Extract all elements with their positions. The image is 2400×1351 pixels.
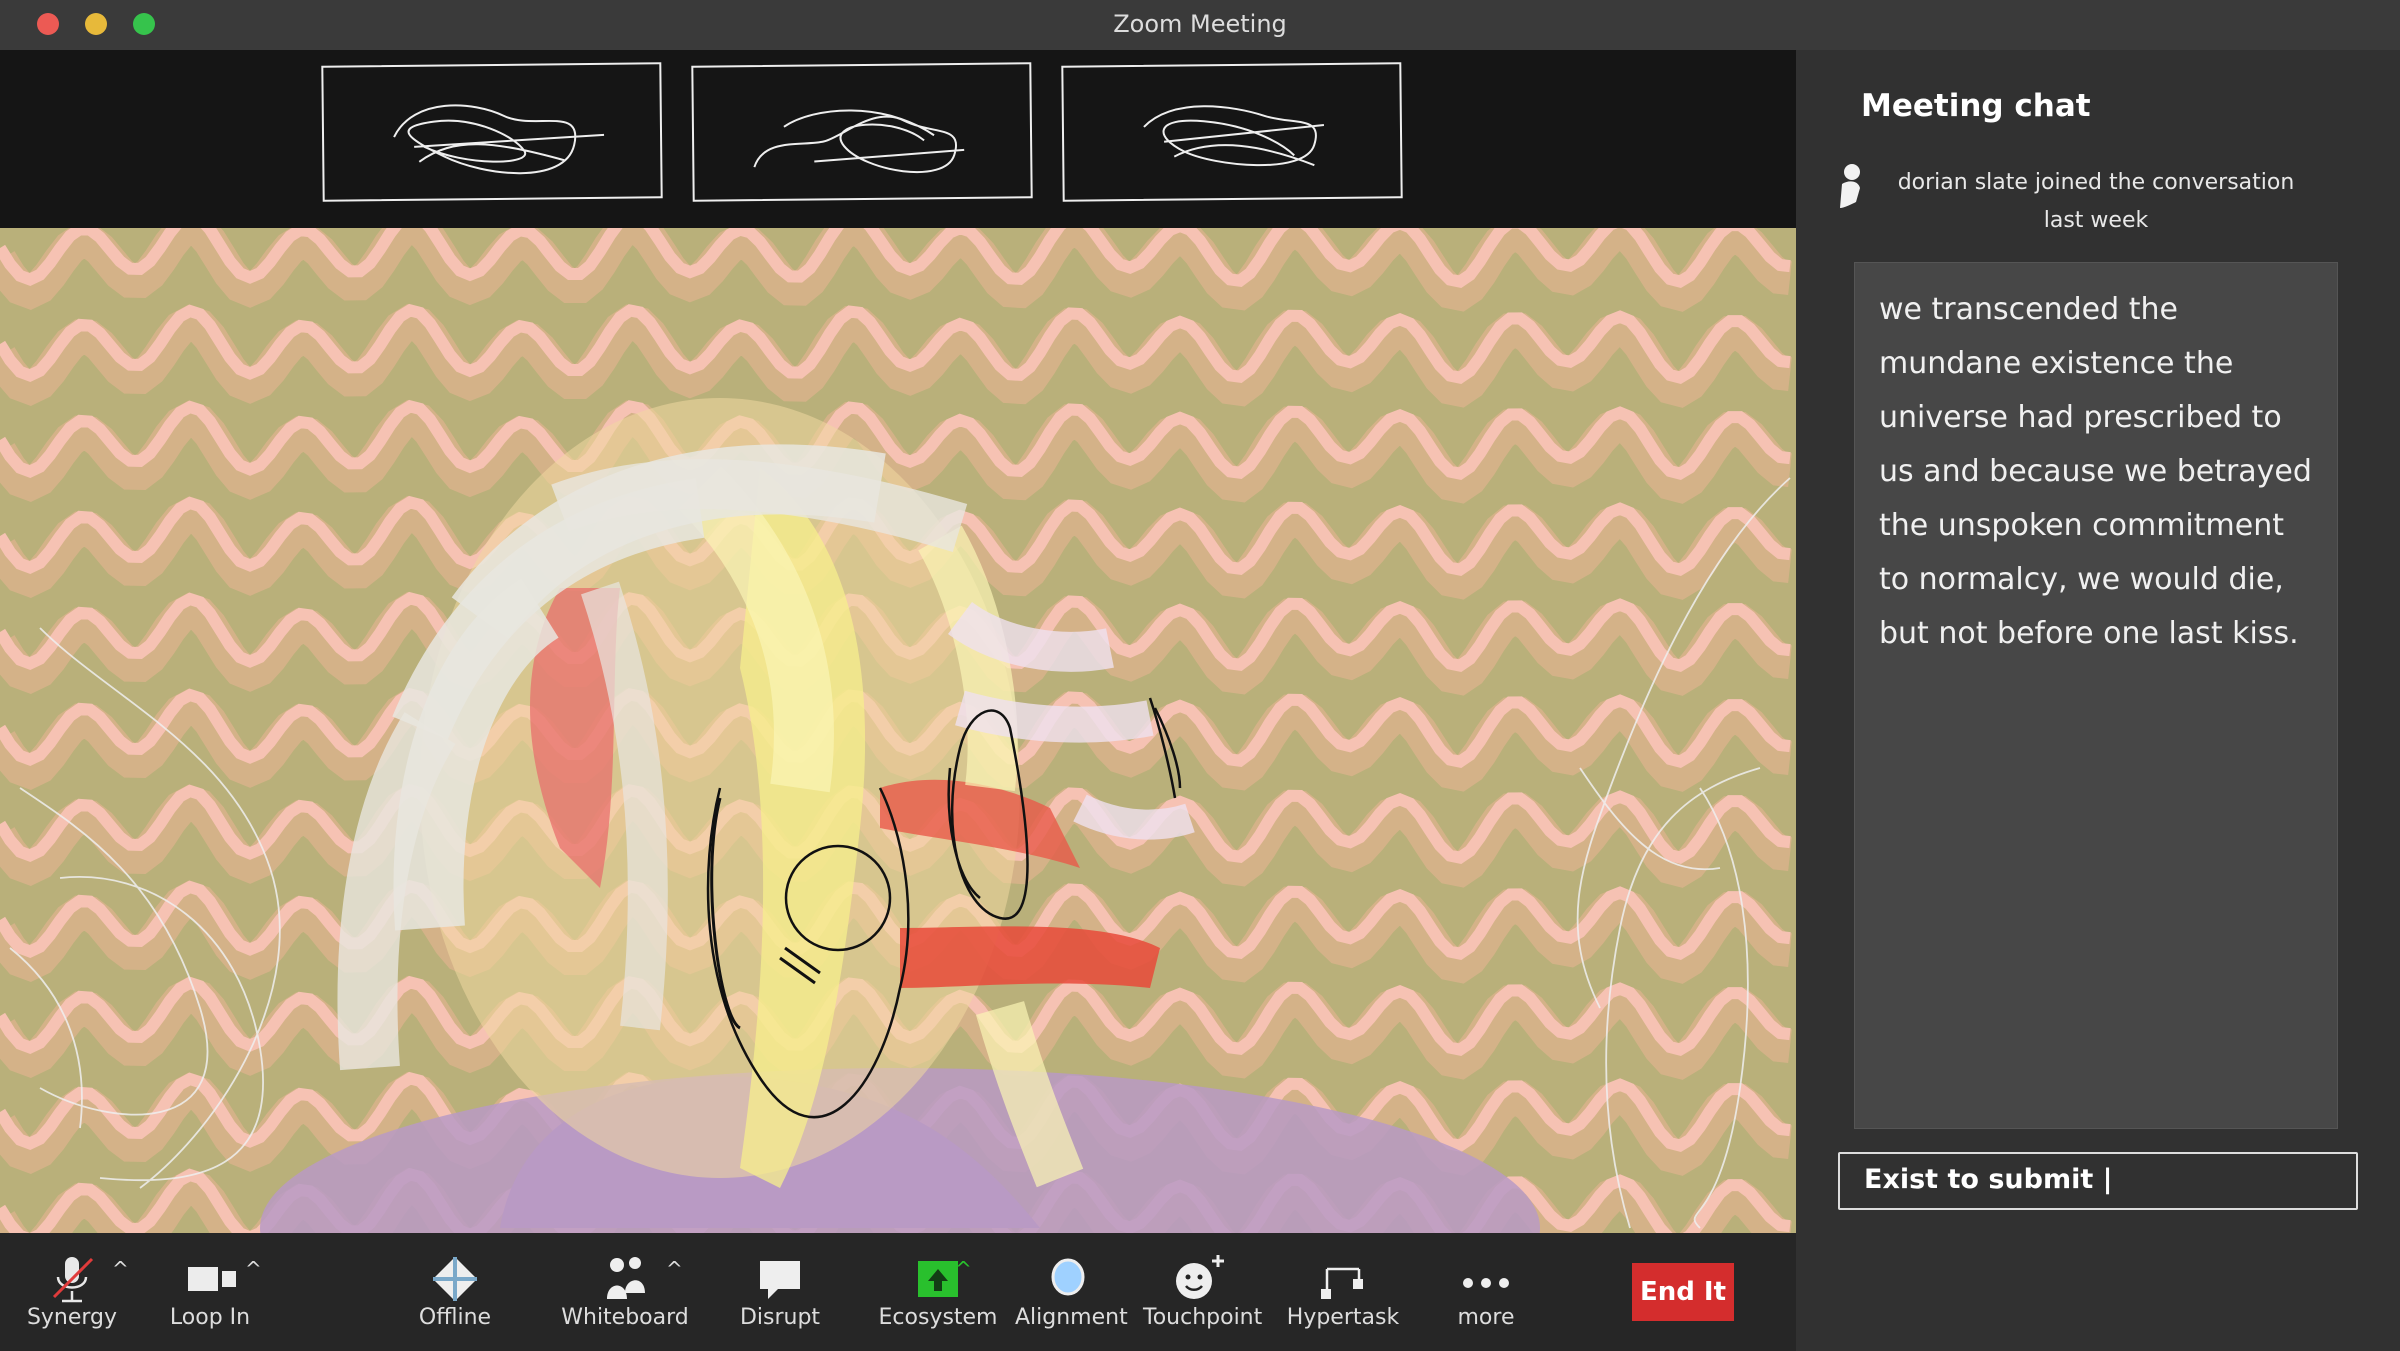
participant-thumbnail[interactable] [1061,62,1403,202]
offline-label: Offline [418,1305,492,1330]
meeting-toolbar: Synergy ^ Loop In ^ Offline Whiteboard ^… [0,1233,1796,1351]
diamond-icon [433,1257,477,1301]
loop-in-chevron-up-icon[interactable]: ^ [245,1257,262,1281]
loop-in-button[interactable]: Loop In [160,1233,260,1351]
message-card: we transcended the mundane existence the… [1854,262,2338,1129]
bubble-icon [1051,1258,1085,1296]
synergy-label: Synergy [26,1305,118,1330]
alignment-label: Alignment [1015,1305,1128,1330]
muted-microphone-icon [52,1257,94,1303]
ecosystem-chevron-up-icon[interactable]: ^ [955,1257,972,1281]
synergy-chevron-up-icon[interactable]: ^ [112,1257,129,1281]
person-icon [1840,164,1860,208]
participant-thumbnail[interactable] [691,62,1033,202]
main-video [0,228,1796,1233]
chat-title: Meeting chat [1861,88,2091,124]
window-title: Zoom Meeting [1113,10,1287,38]
painted-portrait [9,398,1791,1233]
synergy-button[interactable]: Synergy [22,1233,122,1351]
disrupt-label: Disrupt [739,1305,821,1330]
more-dots-icon [1463,1278,1509,1288]
whiteboard-chevron-up-icon[interactable]: ^ [666,1257,683,1281]
whiteboard-label: Whiteboard [561,1305,689,1330]
chat-input[interactable]: Exist to submit | [1838,1152,2358,1210]
participant-thumbnail-strip [0,50,1796,228]
hypertask-button[interactable]: Hypertask [1280,1233,1406,1351]
more-label: more [1457,1305,1515,1330]
whiteboard-button[interactable]: Whiteboard [560,1233,690,1351]
smiley-plus-icon [1176,1255,1224,1299]
touchpoint-label: Touchpoint [1143,1305,1263,1330]
offline-button[interactable]: Offline [405,1233,505,1351]
chat-input-text: Exist to submit | [1864,1164,2113,1195]
chat-panel: Meeting chat dorian slate joined the con… [1796,50,2400,1351]
hypertask-label: Hypertask [1286,1305,1400,1330]
touchpoint-button[interactable]: Touchpoint [1143,1233,1263,1351]
loop-in-label: Loop In [169,1305,251,1330]
more-button[interactable]: more [1436,1233,1536,1351]
ecosystem-button[interactable]: Ecosystem [878,1233,998,1351]
alignment-button[interactable]: Alignment [1015,1233,1128,1351]
ecosystem-label: Ecosystem [878,1305,998,1330]
joined-notice: dorian slate joined the conversation las… [1897,170,2295,233]
title-bar: Zoom Meeting [0,0,2400,50]
speech-bubble-icon [760,1261,800,1299]
people-icon [607,1257,645,1299]
participant-thumbnail[interactable] [321,62,663,202]
disrupt-button[interactable]: Disrupt [730,1233,830,1351]
hypertask-icon [1321,1267,1363,1299]
chat-message: we transcended the mundane existence the… [1879,292,2312,651]
end-meeting-button[interactable]: End It [1632,1263,1734,1321]
video-camera-icon [188,1267,236,1291]
